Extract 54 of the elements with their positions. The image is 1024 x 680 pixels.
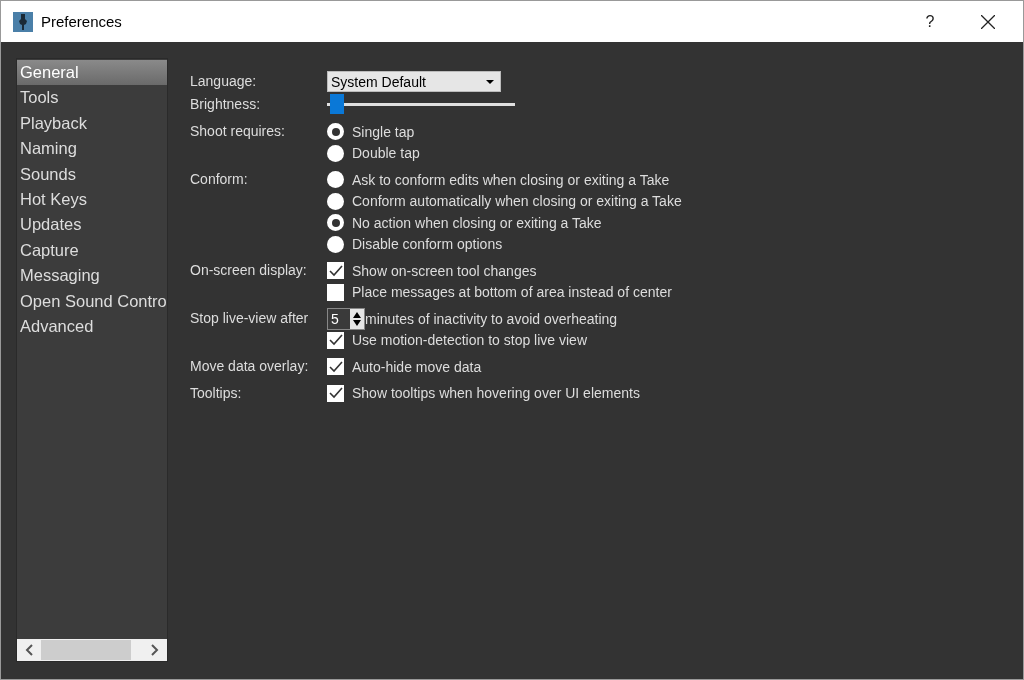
sidebar-item[interactable]: Capture [17,237,167,264]
option-label: No action when closing or exiting a Take [352,214,602,231]
option-label: Use motion-detection to stop live view [352,332,587,349]
sidebar-item[interactable]: Messaging [17,263,167,289]
sidebar-item[interactable]: General [17,60,167,86]
checkbox[interactable] [327,384,344,402]
setting-label: Tooltips: [190,383,243,403]
checkbox[interactable] [327,331,344,349]
option-label: Show on-screen tool changes [352,262,537,279]
setting-label: Move data overlay: [190,357,310,376]
help-button[interactable]: ? [907,1,953,42]
sidebar-item[interactable]: Hot Keys [17,187,167,213]
radio-button[interactable] [327,171,344,189]
setting-label: Shoot requires: [190,122,286,141]
option-label: Ask to conform edits when closing or exiting a Take [352,171,670,188]
up-down-arrows-icon [352,310,362,327]
brightness-slider[interactable] [327,94,515,114]
option-label: Disable conform options [352,236,503,253]
minutes-spinbox[interactable]: 5 [327,307,365,330]
sidebar-item[interactable]: Playback [17,110,167,137]
sidebar-item[interactable]: Tools [17,85,167,111]
radio-button[interactable] [327,235,344,253]
slider-thumb[interactable] [330,94,345,114]
radio-button[interactable] [327,214,344,232]
sidebar-item[interactable]: Naming [17,136,167,162]
option-label: Place messages at bottom of area instead of center [352,284,672,301]
radio-button[interactable] [327,192,344,210]
setting-label: Conform: [190,170,249,189]
option-label: minutes of inactivity to avoid overheating [365,310,618,327]
setting-label: Stop live-view after [190,309,310,328]
option-label: Single tap [352,123,415,140]
language-dropdown[interactable]: System Default [327,71,501,92]
setting-label: Language: [190,72,258,91]
sidebar-item[interactable]: Sounds [17,161,167,188]
radio-button[interactable] [327,123,344,141]
caret-icon [486,79,494,84]
setting-label: Brightness: [190,95,262,114]
radio-button[interactable] [327,144,344,162]
checkbox[interactable] [327,262,344,280]
option-label: Auto-hide move data [352,358,482,375]
sidebar-item[interactable]: Open Sound Contro [17,288,167,315]
window-title: Preferences [41,13,123,30]
checkbox[interactable] [327,358,344,376]
option-label: Double tap [352,145,420,162]
app-icon [13,11,33,32]
setting-label: On-screen display: [190,261,308,280]
scrollbar-thumb[interactable] [41,640,131,660]
close-icon [981,14,995,29]
option-label: Conform automatically when closing or exiting a Take [352,193,682,210]
option-label: Show tooltips when hovering over UI elements [352,385,640,402]
checkbox[interactable] [327,283,344,301]
sidebar-item[interactable]: Updates [17,212,167,238]
horizontal-scrollbar[interactable] [17,639,167,661]
sidebar-item[interactable]: Advanced [17,314,167,340]
